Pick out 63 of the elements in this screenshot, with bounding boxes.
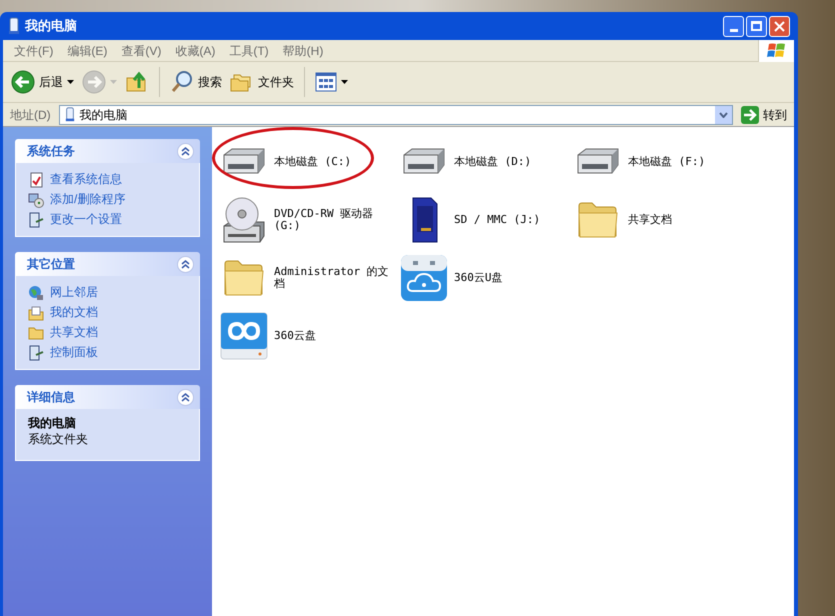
- close-icon: [774, 20, 785, 32]
- search-icon: [170, 70, 194, 94]
- item-label[interactable]: 本地磁盘 (C:): [274, 156, 352, 168]
- item-label[interactable]: Administrator 的文档: [274, 266, 390, 290]
- folder-icon: [28, 324, 44, 340]
- usb-cloud-drive-icon[interactable]: [398, 253, 450, 303]
- views-grid-icon: [315, 72, 337, 92]
- caret-icon: [341, 80, 348, 84]
- panel-title: 系统任务: [27, 143, 76, 160]
- go-arrow-icon: [741, 106, 759, 124]
- computer-icon: [7, 17, 21, 35]
- folders-button[interactable]: 文件夹: [228, 65, 296, 99]
- double-chevron-up-icon: [181, 260, 190, 268]
- back-button[interactable]: 后退: [9, 65, 76, 99]
- address-label: 地址(D): [9, 106, 52, 124]
- details-type: 系统文件夹: [28, 433, 89, 448]
- chevron-down-icon: [719, 112, 728, 118]
- item-label[interactable]: 360云U盘: [454, 272, 502, 284]
- panel-title: 详细信息: [27, 389, 76, 406]
- double-chevron-up-icon: [181, 146, 190, 156]
- menu-item[interactable]: 编辑(E): [60, 42, 114, 60]
- address-field[interactable]: 我的电脑: [58, 104, 733, 124]
- search-button[interactable]: 搜索: [168, 65, 224, 99]
- menu-item[interactable]: 查看(V): [114, 42, 168, 60]
- task-link[interactable]: 添加/删除程序: [50, 191, 126, 208]
- task-link[interactable]: 控制面板: [50, 344, 98, 361]
- menu-item[interactable]: 帮助(H): [276, 42, 330, 60]
- task-link[interactable]: 网上邻居: [50, 284, 98, 301]
- item-label[interactable]: SD / MMC (J:): [454, 214, 540, 226]
- address-value: 我的电脑: [80, 106, 129, 124]
- dropdown-button[interactable]: [715, 106, 732, 124]
- menu-item[interactable]: 收藏(A): [168, 42, 222, 60]
- item-label[interactable]: 本地磁盘 (D:): [454, 156, 532, 168]
- caret-icon: [67, 80, 74, 84]
- computer-icon: [64, 107, 76, 122]
- panel-title: 其它位置: [27, 256, 76, 273]
- control-panel-icon: [28, 344, 44, 360]
- item-label[interactable]: 本地磁盘 (F:): [628, 156, 706, 168]
- menu-item[interactable]: 文件(F): [7, 42, 60, 60]
- collapse-button[interactable]: [177, 388, 194, 406]
- caret-icon: [110, 80, 117, 84]
- item-label[interactable]: 共享文档: [628, 214, 672, 226]
- menu-item[interactable]: 工具(T): [222, 42, 276, 60]
- documents-folder-icon: [28, 304, 44, 320]
- maximize-button[interactable]: [746, 16, 767, 36]
- document-check-icon: [28, 172, 44, 188]
- task-link[interactable]: 更改一个设置: [50, 211, 122, 228]
- item-label[interactable]: DVD/CD-RW 驱动器 (G:): [274, 208, 390, 232]
- globe-computer-icon: [28, 284, 44, 300]
- control-panel-icon: [28, 212, 44, 228]
- item-label[interactable]: 360云盘: [274, 330, 316, 342]
- minimize-button[interactable]: [723, 16, 744, 36]
- window-title: 我的电脑: [25, 17, 77, 36]
- close-button[interactable]: [769, 16, 790, 36]
- program-disc-icon: [28, 192, 44, 208]
- task-link[interactable]: 共享文档: [50, 324, 98, 341]
- task-link[interactable]: 查看系统信息: [50, 171, 122, 188]
- details-name: 我的电脑: [28, 417, 77, 430]
- double-chevron-up-icon: [181, 392, 190, 402]
- task-link[interactable]: 我的文档: [50, 304, 98, 321]
- collapse-button[interactable]: [177, 256, 194, 272]
- go-button[interactable]: 转到: [737, 104, 791, 124]
- collapse-button[interactable]: [177, 142, 194, 160]
